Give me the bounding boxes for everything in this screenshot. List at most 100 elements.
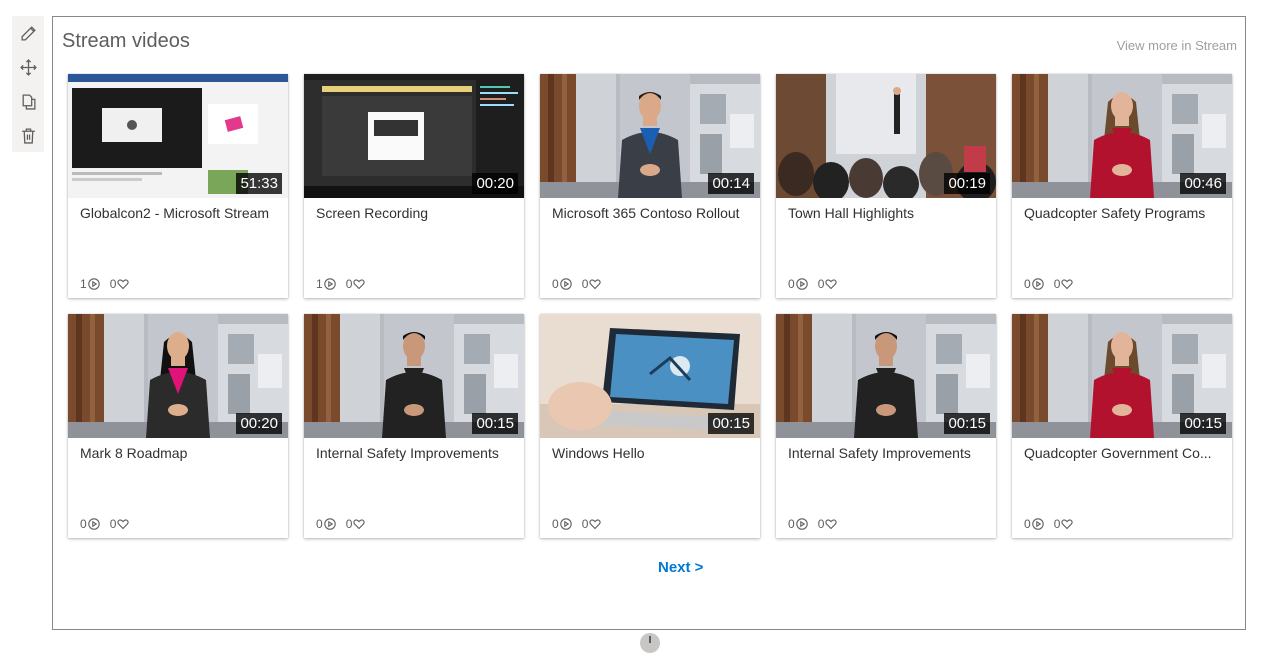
video-thumbnail[interactable]: 00:20 [68, 314, 288, 438]
like-count-value: 0 [581, 277, 589, 291]
duration-badge: 00:15 [708, 413, 754, 434]
like-count-value: 0 [1053, 277, 1061, 291]
video-thumbnail[interactable]: 00:14 [540, 74, 760, 198]
video-card[interactable]: 00:46 Quadcopter Safety Programs 0 0 [1012, 74, 1232, 298]
view-count: 1 [316, 277, 336, 291]
play-circle-icon [1031, 278, 1044, 290]
video-title[interactable]: Mark 8 Roadmap [80, 445, 280, 461]
view-count-value: 0 [80, 517, 87, 531]
heart-icon [825, 279, 838, 290]
view-count: 0 [788, 277, 808, 291]
video-thumbnail[interactable]: 00:15 [1012, 314, 1232, 438]
video-stats: 1 0 [80, 277, 139, 291]
duration-badge: 51:33 [236, 173, 282, 194]
play-circle-icon [323, 278, 336, 290]
video-thumbnail[interactable]: 00:15 [304, 314, 524, 438]
webpart-title: Stream videos [62, 30, 190, 52]
heart-icon [117, 279, 130, 290]
heart-icon [589, 279, 602, 290]
video-card[interactable]: 00:14 Microsoft 365 Contoso Rollout 0 0 [540, 74, 760, 298]
video-stats: 0 0 [80, 517, 139, 531]
edit-button[interactable] [12, 16, 44, 50]
video-card[interactable]: 00:19 Town Hall Highlights 0 0 [776, 74, 996, 298]
like-count-value: 0 [109, 277, 117, 291]
view-count: 0 [80, 517, 100, 531]
play-circle-icon [795, 278, 808, 290]
video-title[interactable]: Globalcon2 - Microsoft Stream [80, 205, 280, 221]
like-count: 0 [582, 517, 602, 531]
video-stats: 1 0 [316, 277, 375, 291]
video-title[interactable]: Windows Hello [552, 445, 752, 461]
stream-webpart: Stream videos View more in Stream 51:33 … [52, 16, 1246, 630]
video-card[interactable]: 00:15 Quadcopter Government Co... 0 0 [1012, 314, 1232, 538]
video-card[interactable]: 00:15 Internal Safety Improvements 0 0 [776, 314, 996, 538]
video-title[interactable]: Town Hall Highlights [788, 205, 988, 221]
play-circle-icon [795, 518, 808, 530]
play-circle-icon [559, 518, 572, 530]
pencil-icon [20, 25, 36, 41]
heart-icon [353, 519, 366, 530]
heart-icon [589, 519, 602, 530]
video-title[interactable]: Quadcopter Government Co... [1024, 445, 1224, 461]
duplicate-button[interactable] [12, 84, 44, 118]
view-count-value: 0 [788, 277, 795, 291]
video-title[interactable]: Microsoft 365 Contoso Rollout [552, 205, 752, 221]
like-count-value: 0 [109, 517, 117, 531]
like-count: 0 [346, 517, 366, 531]
view-count-value: 0 [1024, 517, 1031, 531]
trash-icon [21, 127, 35, 144]
video-thumbnail[interactable]: 00:15 [540, 314, 760, 438]
duration-badge: 00:14 [708, 173, 754, 194]
video-card[interactable]: 51:33 Globalcon2 - Microsoft Stream 1 0 [68, 74, 288, 298]
video-title[interactable]: Screen Recording [316, 205, 516, 221]
heart-icon [1061, 519, 1074, 530]
play-circle-icon [1031, 518, 1044, 530]
heart-icon [353, 279, 366, 290]
video-title[interactable]: Internal Safety Improvements [316, 445, 516, 461]
duration-badge: 00:19 [944, 173, 990, 194]
view-count-value: 0 [552, 517, 559, 531]
resize-handle[interactable] [640, 633, 660, 653]
move-icon [19, 58, 37, 76]
view-count-value: 0 [788, 517, 795, 531]
view-more-link[interactable]: View more in Stream [1117, 38, 1237, 53]
like-count-value: 0 [345, 277, 353, 291]
view-count-value: 0 [316, 517, 323, 531]
video-stats: 0 0 [552, 517, 611, 531]
like-count: 0 [1054, 277, 1074, 291]
video-stats: 0 0 [788, 277, 847, 291]
video-title[interactable]: Quadcopter Safety Programs [1024, 205, 1224, 221]
like-count: 0 [582, 277, 602, 291]
like-count: 0 [110, 277, 130, 291]
video-thumbnail[interactable]: 00:46 [1012, 74, 1232, 198]
video-card[interactable]: 00:15 Internal Safety Improvements 0 0 [304, 314, 524, 538]
like-count-value: 0 [581, 517, 589, 531]
view-count: 0 [552, 277, 572, 291]
video-thumbnail[interactable]: 00:15 [776, 314, 996, 438]
view-count: 0 [1024, 277, 1044, 291]
like-count: 0 [346, 277, 366, 291]
like-count: 0 [818, 517, 838, 531]
video-card[interactable]: 00:20 Screen Recording 1 0 [304, 74, 524, 298]
play-circle-icon [323, 518, 336, 530]
video-thumbnail[interactable]: 51:33 [68, 74, 288, 198]
video-thumbnail[interactable]: 00:19 [776, 74, 996, 198]
like-count-value: 0 [817, 517, 825, 531]
like-count-value: 0 [345, 517, 353, 531]
copy-icon [22, 93, 36, 110]
heart-icon [1061, 279, 1074, 290]
play-circle-icon [559, 278, 572, 290]
move-button[interactable] [12, 50, 44, 84]
duration-badge: 00:15 [944, 413, 990, 434]
view-count-value: 1 [316, 277, 323, 291]
view-count: 0 [788, 517, 808, 531]
heart-icon [117, 519, 130, 530]
video-card[interactable]: 00:15 Windows Hello 0 0 [540, 314, 760, 538]
video-card[interactable]: 00:20 Mark 8 Roadmap 0 0 [68, 314, 288, 538]
video-thumbnail[interactable]: 00:20 [304, 74, 524, 198]
duration-badge: 00:15 [472, 413, 518, 434]
video-title[interactable]: Internal Safety Improvements [788, 445, 988, 461]
duration-badge: 00:46 [1180, 173, 1226, 194]
next-page-button[interactable]: Next > [658, 559, 703, 576]
delete-button[interactable] [12, 118, 44, 152]
